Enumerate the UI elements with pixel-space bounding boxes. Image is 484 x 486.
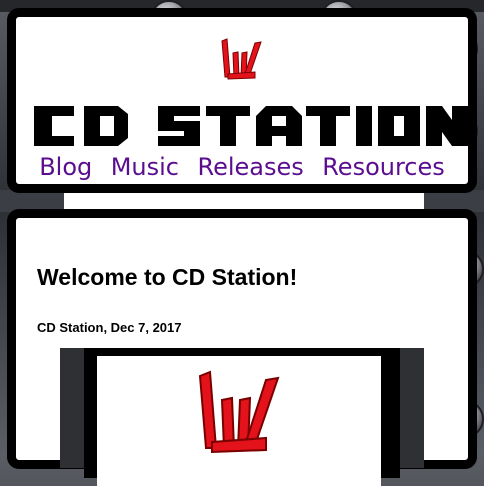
post-image[interactable] xyxy=(60,348,424,486)
nav-link-blog[interactable]: Blog xyxy=(39,153,92,181)
cd-station-logo-icon xyxy=(198,370,280,454)
image-frame xyxy=(84,348,400,486)
nav-link-releases[interactable]: Releases xyxy=(197,153,303,181)
blog-post: Welcome to CD Station! CD Station, Dec 7… xyxy=(7,209,477,486)
post-title[interactable]: Welcome to CD Station! xyxy=(37,264,297,291)
nav-link-resources[interactable]: Resources xyxy=(322,153,445,181)
main-navigation: Blog Music Releases Resources xyxy=(16,153,468,181)
background-white-band xyxy=(64,192,424,210)
image-inner xyxy=(97,356,381,486)
nav-link-music[interactable]: Music xyxy=(111,153,179,181)
cd-station-logo-icon[interactable] xyxy=(219,37,264,82)
site-header: Blog Music Releases Resources xyxy=(7,8,477,193)
site-wordmark[interactable] xyxy=(34,102,468,150)
post-byline: CD Station, Dec 7, 2017 xyxy=(37,320,182,335)
